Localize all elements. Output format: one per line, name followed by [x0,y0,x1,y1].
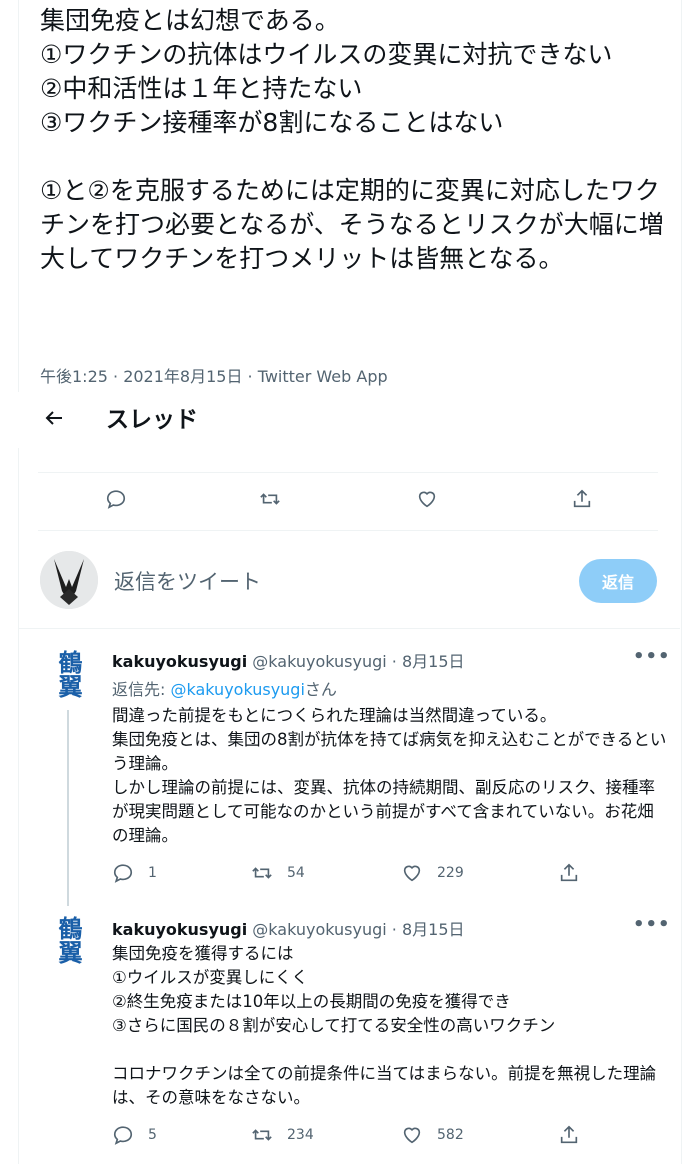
reply-compose: 返信をツイート 返信 [18,548,680,618]
divider [38,472,658,473]
like-button[interactable]: 582 [401,1124,464,1146]
reply-count: 5 [148,1127,157,1143]
retweet-icon [252,867,272,879]
replying-to: 返信先: @kakuyokusyugiさん [112,680,337,699]
display-name[interactable]: kakuyokusyugi [112,920,247,939]
reply-icon [106,490,126,509]
tweet-header: kakuyokusyugi @kakuyokusyugi · 8月15日 [112,916,465,940]
divider [38,530,658,531]
like-count: 229 [437,865,464,881]
thread-connector-line [67,710,69,906]
retweet-button[interactable] [259,488,281,510]
reply-tweet[interactable]: 鶴翼 kakuyokusyugi @kakuyokusyugi · 8月15日 … [18,898,680,1164]
avatar-logo: 鶴翼 [54,650,83,698]
retweet-button[interactable]: 234 [251,1124,314,1146]
main-tweet-meta[interactable]: 午後1:25 · 2021年8月15日 · Twitter Web App [40,363,388,387]
avatar-logo: 鶴翼 [54,916,83,964]
avatar[interactable] [40,551,98,609]
like-button[interactable]: 229 [401,862,464,884]
retweet-count: 54 [287,865,305,881]
main-tweet-text: 集団免疫とは幻想である。 ①ワクチンの抗体はウイルスの変異に対抗できない ②中和… [40,6,664,273]
like-count: 582 [437,1127,464,1143]
replying-to-link[interactable]: @kakuyokusyugi [170,680,304,699]
retweet-icon [252,1129,272,1141]
tweet-header: kakuyokusyugi @kakuyokusyugi · 8月15日 [112,648,465,672]
share-button[interactable] [558,1124,580,1146]
main-action-bar [18,488,680,514]
handle-date[interactable]: @kakuyokusyugi · 8月15日 [252,920,464,939]
reply-input[interactable]: 返信をツイート [114,566,261,596]
retweet-count: 234 [287,1127,314,1143]
tweet-text: 集団免疫を獲得するには ①ウイルスが変異しにくく ②終生免疫または10年以上の長… [112,944,657,1107]
thread-header: スレッド [18,392,680,448]
heart-icon [403,865,421,882]
like-button[interactable] [416,488,438,510]
display-name[interactable]: kakuyokusyugi [112,652,247,671]
handle-date[interactable]: @kakuyokusyugi · 8月15日 [252,652,464,671]
avatar[interactable]: 鶴翼 [42,912,94,968]
share-icon [560,1125,578,1144]
arrow-left-icon[interactable] [42,406,66,430]
reply-count: 1 [148,865,157,881]
heart-icon [418,491,436,508]
share-icon [560,863,578,882]
retweet-icon [260,493,280,505]
avatar[interactable]: 鶴翼 [42,646,94,702]
reply-icon [113,864,133,883]
share-icon [573,489,591,508]
share-button[interactable] [571,488,593,510]
reply-button[interactable] [105,488,127,510]
retweet-button[interactable]: 54 [251,862,305,884]
more-icon[interactable]: ••• [633,914,670,935]
reply-icon [113,1126,133,1145]
reply-button[interactable]: 5 [112,1124,157,1146]
thread-title: スレッド [106,407,198,433]
reply-submit-button[interactable]: 返信 [579,559,657,603]
user-avatar-image [40,551,98,609]
reply-tweet[interactable]: 鶴翼 kakuyokusyugi @kakuyokusyugi · 8月15日 … [18,628,680,906]
tweet-text: 間違った前提をもとにつくられた理論は当然間違っている。 集団免疫とは、集団の8割… [112,706,667,845]
more-icon[interactable]: ••• [633,646,670,667]
reply-button[interactable]: 1 [112,862,157,884]
heart-icon [403,1127,421,1144]
share-button[interactable] [558,862,580,884]
